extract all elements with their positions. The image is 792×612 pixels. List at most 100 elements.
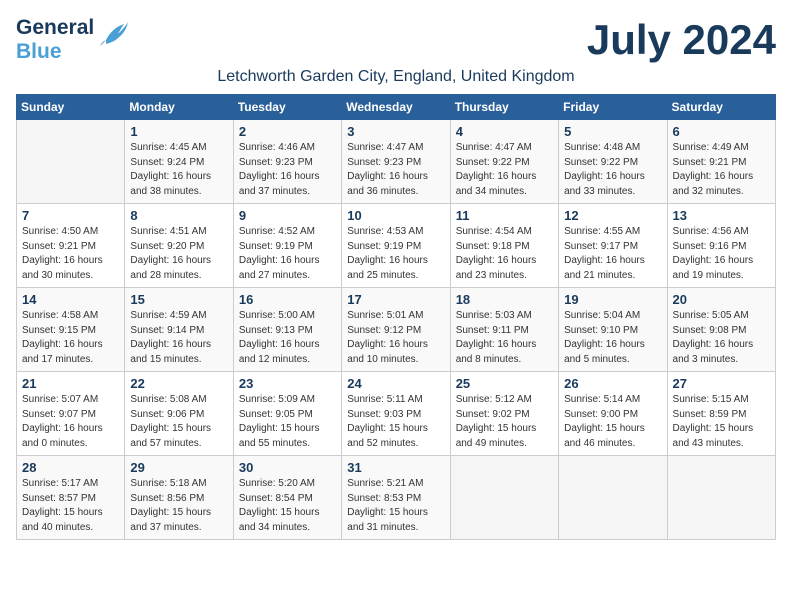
day-info: Sunrise: 4:48 AMSunset: 9:22 PMDaylight:… [564,141,661,199]
day-number: 25 [456,376,553,391]
day-number: 20 [673,292,770,307]
day-info: Sunrise: 5:04 AMSunset: 9:10 PMDaylight:… [564,309,661,367]
day-number: 22 [130,376,227,391]
day-info: Sunrise: 4:52 AMSunset: 9:19 PMDaylight:… [239,225,336,283]
day-info: Sunrise: 5:14 AMSunset: 9:00 PMDaylight:… [564,393,661,451]
day-number: 6 [673,124,770,139]
weekday-header-sunday: Sunday [17,95,125,120]
calendar-cell: 19 Sunrise: 5:04 AMSunset: 9:10 PMDayligh… [559,288,667,372]
day-number: 9 [239,208,336,223]
day-info: Sunrise: 5:03 AMSunset: 9:11 PMDaylight:… [456,309,553,367]
calendar-cell: 10 Sunrise: 4:53 AMSunset: 9:19 PMDayligh… [342,204,450,288]
calendar-cell: 24Sunrise: 5:11 AMSunset: 9:03 PMDayligh… [342,372,450,456]
day-number: 15 [130,292,227,307]
calendar-cell: 14 Sunrise: 4:58 AMSunset: 9:15 PMDayligh… [17,288,125,372]
calendar-cell: 17Sunrise: 5:01 AMSunset: 9:12 PMDayligh… [342,288,450,372]
calendar-cell [450,456,558,540]
day-info: Sunrise: 5:17 AMSunset: 8:57 PMDaylight:… [22,477,119,535]
day-info: Sunrise: 4:59 AMSunset: 9:14 PMDaylight:… [130,309,227,367]
day-number: 18 [456,292,553,307]
day-info: Sunrise: 5:21 AMSunset: 8:53 PMDaylight:… [347,477,444,535]
day-number: 7 [22,208,119,223]
day-info: Sunrise: 4:47 AMSunset: 9:22 PMDaylight:… [456,141,553,199]
day-info: Sunrise: 4:49 AMSunset: 9:21 PMDaylight:… [673,141,770,199]
day-number: 1 [130,124,227,139]
day-number: 26 [564,376,661,391]
calendar-header-row: SundayMondayTuesdayWednesdayThursdayFrid… [17,95,776,120]
calendar-cell: 1 Sunrise: 4:45 AMSunset: 9:24 PMDaylight… [125,120,233,204]
calendar-cell: 31Sunrise: 5:21 AMSunset: 8:53 PMDayligh… [342,456,450,540]
day-number: 23 [239,376,336,391]
calendar-week-5: 28 Sunrise: 5:17 AMSunset: 8:57 PMDayligh… [17,456,776,540]
day-number: 13 [673,208,770,223]
day-info: Sunrise: 5:15 AMSunset: 8:59 PMDaylight:… [673,393,770,451]
weekday-header-thursday: Thursday [450,95,558,120]
calendar-cell: 28 Sunrise: 5:17 AMSunset: 8:57 PMDayligh… [17,456,125,540]
day-number: 2 [239,124,336,139]
day-info: Sunrise: 4:46 AMSunset: 9:23 PMDaylight:… [239,141,336,199]
day-info: Sunrise: 4:56 AMSunset: 9:16 PMDaylight:… [673,225,770,283]
calendar-cell: 15 Sunrise: 4:59 AMSunset: 9:14 PMDayligh… [125,288,233,372]
day-number: 30 [239,460,336,475]
calendar-cell: 16Sunrise: 5:00 AMSunset: 9:13 PMDayligh… [233,288,341,372]
calendar-cell: 7 Sunrise: 4:50 AMSunset: 9:21 PMDaylight… [17,204,125,288]
day-number: 27 [673,376,770,391]
day-number: 14 [22,292,119,307]
day-info: Sunrise: 4:50 AMSunset: 9:21 PMDaylight:… [22,225,119,283]
calendar-table: SundayMondayTuesdayWednesdayThursdayFrid… [16,94,776,540]
calendar-week-2: 7 Sunrise: 4:50 AMSunset: 9:21 PMDaylight… [17,204,776,288]
calendar-cell: 6 Sunrise: 4:49 AMSunset: 9:21 PMDaylight… [667,120,775,204]
day-number: 10 [347,208,444,223]
weekday-header-tuesday: Tuesday [233,95,341,120]
calendar-cell: 26 Sunrise: 5:14 AMSunset: 9:00 PMDayligh… [559,372,667,456]
day-info: Sunrise: 4:53 AMSunset: 9:19 PMDaylight:… [347,225,444,283]
day-info: Sunrise: 5:05 AMSunset: 9:08 PMDaylight:… [673,309,770,367]
day-number: 12 [564,208,661,223]
day-info: Sunrise: 5:07 AMSunset: 9:07 PMDaylight:… [22,393,119,451]
day-number: 19 [564,292,661,307]
calendar-cell: 9 Sunrise: 4:52 AMSunset: 9:19 PMDaylight… [233,204,341,288]
calendar-week-4: 21 Sunrise: 5:07 AMSunset: 9:07 PMDayligh… [17,372,776,456]
calendar-cell: 23 Sunrise: 5:09 AMSunset: 9:05 PMDayligh… [233,372,341,456]
calendar-cell: 13 Sunrise: 4:56 AMSunset: 9:16 PMDayligh… [667,204,775,288]
weekday-header-friday: Friday [559,95,667,120]
day-number: 21 [22,376,119,391]
day-info: Sunrise: 4:54 AMSunset: 9:18 PMDaylight:… [456,225,553,283]
day-info: Sunrise: 4:47 AMSunset: 9:23 PMDaylight:… [347,141,444,199]
weekday-header-monday: Monday [125,95,233,120]
calendar-cell: 8Sunrise: 4:51 AMSunset: 9:20 PMDaylight… [125,204,233,288]
weekday-header-saturday: Saturday [667,95,775,120]
day-info: Sunrise: 5:08 AMSunset: 9:06 PMDaylight:… [130,393,227,451]
day-info: Sunrise: 5:09 AMSunset: 9:05 PMDaylight:… [239,393,336,451]
calendar-cell: 27 Sunrise: 5:15 AMSunset: 8:59 PMDayligh… [667,372,775,456]
day-number: 4 [456,124,553,139]
day-number: 16 [239,292,336,307]
day-info: Sunrise: 4:58 AMSunset: 9:15 PMDaylight:… [22,309,119,367]
day-number: 5 [564,124,661,139]
calendar-cell: 3 Sunrise: 4:47 AMSunset: 9:23 PMDaylight… [342,120,450,204]
calendar-week-3: 14 Sunrise: 4:58 AMSunset: 9:15 PMDayligh… [17,288,776,372]
day-info: Sunrise: 4:55 AMSunset: 9:17 PMDaylight:… [564,225,661,283]
logo-bird-icon [98,20,130,53]
logo-blue: Blue [16,40,94,64]
logo: General Blue [16,16,130,64]
day-info: Sunrise: 4:45 AMSunset: 9:24 PMDaylight:… [130,141,227,199]
day-info: Sunrise: 5:18 AMSunset: 8:56 PMDaylight:… [130,477,227,535]
calendar-body: 1 Sunrise: 4:45 AMSunset: 9:24 PMDaylight… [17,120,776,540]
calendar-cell: 4 Sunrise: 4:47 AMSunset: 9:22 PMDaylight… [450,120,558,204]
calendar-cell: 21 Sunrise: 5:07 AMSunset: 9:07 PMDayligh… [17,372,125,456]
calendar-cell [667,456,775,540]
calendar-cell: 22 Sunrise: 5:08 AMSunset: 9:06 PMDayligh… [125,372,233,456]
calendar-cell: 30 Sunrise: 5:20 AMSunset: 8:54 PMDayligh… [233,456,341,540]
day-info: Sunrise: 5:20 AMSunset: 8:54 PMDaylight:… [239,477,336,535]
calendar-cell: 25Sunrise: 5:12 AMSunset: 9:02 PMDayligh… [450,372,558,456]
location-title: Letchworth Garden City, England, United … [16,68,776,86]
calendar-cell: 11 Sunrise: 4:54 AMSunset: 9:18 PMDayligh… [450,204,558,288]
day-number: 28 [22,460,119,475]
calendar-cell: 12 Sunrise: 4:55 AMSunset: 9:17 PMDayligh… [559,204,667,288]
calendar-cell: 18 Sunrise: 5:03 AMSunset: 9:11 PMDayligh… [450,288,558,372]
day-number: 11 [456,208,553,223]
logo-general: General [16,16,94,40]
day-number: 3 [347,124,444,139]
day-info: Sunrise: 5:11 AMSunset: 9:03 PMDaylight:… [347,393,444,451]
